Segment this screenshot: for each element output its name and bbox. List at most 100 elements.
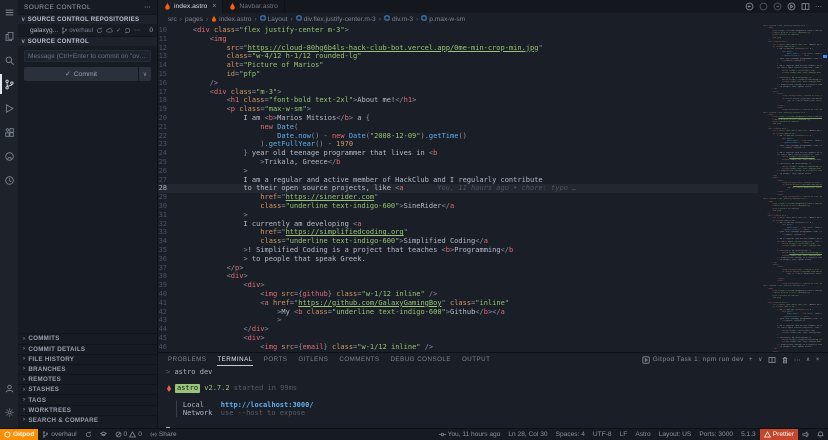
feedback-status[interactable]: [798, 429, 813, 440]
tree-item-branches[interactable]: ›BRANCHES: [18, 364, 157, 374]
layers-status[interactable]: [96, 429, 111, 440]
repo-more-icon[interactable]: ⋯: [134, 27, 140, 34]
close-icon[interactable]: ×: [212, 3, 216, 10]
panel-tab-gitlens[interactable]: GITLENS: [298, 353, 328, 366]
code-line[interactable]: 30 class="underline text-indigo-600">Sin…: [158, 202, 758, 211]
code-line[interactable]: 23 ).getFullYear() - 1970: [158, 140, 758, 149]
commit-dropdown[interactable]: ∨: [138, 67, 151, 81]
code-line[interactable]: 19 <p class="max-w-sm">: [158, 105, 758, 114]
code-line[interactable]: 13 class="w-4/12 h-1/12 rounded-lg": [158, 52, 758, 61]
split-editor-icon[interactable]: [801, 2, 810, 11]
nav-circle-icon[interactable]: [759, 2, 768, 11]
code-line[interactable]: 11 <img: [158, 35, 758, 44]
code-line[interactable]: 17 <div class="m-3">: [158, 88, 758, 97]
notifications-status[interactable]: [813, 429, 828, 440]
breadcrumb-item[interactable]: index.astro: [211, 15, 251, 24]
share-status[interactable]: Share: [146, 429, 181, 440]
code-line[interactable]: 10 <div class="flex justify-center m-3">: [158, 26, 758, 35]
settings-gear-icon[interactable]: [0, 400, 18, 424]
sync-icon[interactable]: [96, 27, 103, 34]
panel-tab-debug-console[interactable]: DEBUG CONSOLE: [390, 353, 450, 366]
code-line[interactable]: 31 >: [158, 211, 758, 220]
code-line[interactable]: 28 to their open source projects, like <…: [158, 184, 758, 193]
panel-tab-problems[interactable]: PROBLEMS: [168, 353, 206, 366]
code-line[interactable]: 33 href="https://simplifiedcoding.org": [158, 228, 758, 237]
code-line[interactable]: 42 >My <b class="underline text-indigo-6…: [158, 308, 758, 317]
ports-status[interactable]: Ports: 3000: [695, 429, 737, 440]
repository-row[interactable]: galaxyg... overhaul ✓ ⋯ 0: [18, 24, 157, 36]
section-repositories[interactable]: ∨ SOURCE CONTROL REPOSITORIES: [18, 14, 157, 24]
panel-tab-terminal[interactable]: TERMINAL: [217, 353, 252, 366]
prettier-status[interactable]: Prettier: [760, 429, 798, 440]
code-line[interactable]: 18 <h1 class="font-bold text-2xl">About …: [158, 96, 758, 105]
code-line[interactable]: 46 <img src={email} class="w-1/12 inline…: [158, 343, 758, 352]
code-line[interactable]: 44 </div>: [158, 325, 758, 334]
search-icon[interactable]: [0, 48, 18, 72]
tree-item-search-compare[interactable]: ›SEARCH & COMPARE: [18, 415, 157, 425]
tree-item-commits[interactable]: ›COMMITS: [18, 333, 157, 343]
run-debug-icon[interactable]: [0, 96, 18, 120]
code-line[interactable]: 32 I currently am developing <a: [158, 220, 758, 229]
tab-Navbar.astro[interactable]: Navbar.astro: [223, 0, 285, 13]
tree-item-file-history[interactable]: ›FILE HISTORY: [18, 354, 157, 364]
commit-button[interactable]: ✓Commit ∨: [24, 67, 151, 81]
code-editor[interactable]: 10 <div class="flex justify-center m-3">…: [158, 25, 828, 352]
refresh-icon[interactable]: [124, 27, 131, 34]
code-line[interactable]: 12 src="https://cloud-80hg6b4ls-hack-clu…: [158, 44, 758, 53]
encoding[interactable]: UTF-8: [589, 429, 616, 440]
commit-check-icon[interactable]: ✓: [116, 27, 121, 34]
source-control-icon[interactable]: [0, 72, 18, 96]
code-line[interactable]: 15 id="pfp": [158, 70, 758, 79]
breadcrumb-item[interactable]: src: [168, 16, 177, 23]
split-terminal-icon[interactable]: [768, 356, 776, 364]
code-line[interactable]: 37 </p>: [158, 264, 758, 273]
panel-tab-comments[interactable]: COMMENTS: [339, 353, 379, 366]
code-line[interactable]: 40 <img src={github} class="w-1/12 inlin…: [158, 290, 758, 299]
close-panel-icon[interactable]: ×: [816, 356, 820, 363]
section-source-control[interactable]: ∨ SOURCE CONTROL: [18, 36, 157, 46]
code-line[interactable]: 16 />: [158, 79, 758, 88]
code-line[interactable]: 25 >Trikala, Greece</b: [158, 158, 758, 167]
explorer-icon[interactable]: [0, 24, 18, 48]
terminal-task-dropdown[interactable]: Gitpod Task 1: npm run dev: [642, 356, 744, 364]
breadcrumb-item[interactable]: div.flex.justify-center.m-3: [296, 15, 376, 23]
breadcrumb-item[interactable]: div.m-3: [384, 15, 413, 23]
github-icon[interactable]: [0, 144, 18, 168]
sidebar-more-icon[interactable]: ⋯: [144, 3, 151, 11]
gitlens-blame-status[interactable]: You, 11 hours ago: [435, 429, 505, 440]
extension-version[interactable]: 5.1.3: [737, 429, 760, 440]
menu-icon[interactable]: [0, 0, 18, 24]
commit-message-input[interactable]: Message (Ctrl+Enter to commit on "overh.…: [24, 50, 151, 62]
tab-index.astro[interactable]: index.astro×: [158, 0, 223, 13]
indentation[interactable]: Spaces: 4: [552, 429, 589, 440]
sync-status[interactable]: [81, 429, 96, 440]
code-line[interactable]: 39 <div>: [158, 281, 758, 290]
cursor-position[interactable]: Ln 28, Col 30: [504, 429, 551, 440]
tree-item-commit-details[interactable]: ›COMMIT DETAILS: [18, 344, 157, 354]
tree-item-tags[interactable]: ›TAGS: [18, 394, 157, 404]
tree-item-stashes[interactable]: ›STASHES: [18, 384, 157, 394]
timeline-icon[interactable]: [0, 168, 18, 192]
code-line[interactable]: 41 <a href="https://github.com/GalaxyGam…: [158, 299, 758, 308]
maximize-panel-icon[interactable]: ∧: [806, 356, 811, 363]
terminal-dropdown-icon[interactable]: ∨: [758, 356, 763, 363]
nav-forward-icon[interactable]: [773, 2, 782, 11]
code-line[interactable]: 20 I am <b>Marios Mitsios</b> a {: [158, 114, 758, 123]
code-line[interactable]: 38 <div>: [158, 272, 758, 281]
code-line[interactable]: 26 >: [158, 167, 758, 176]
tree-item-worktrees[interactable]: ›WORKTREES: [18, 405, 157, 415]
eol-sequence[interactable]: LF: [616, 429, 632, 440]
code-line[interactable]: 14 alt="Picture of Marios": [158, 61, 758, 70]
account-icon[interactable]: [0, 376, 18, 400]
code-line[interactable]: 22 Date.now() - new Date("2008-12-09").g…: [158, 132, 758, 141]
code-line[interactable]: 34 class="underline text-indigo-600">Sim…: [158, 237, 758, 246]
more-actions-icon[interactable]: ⋯: [815, 3, 822, 11]
minimap[interactable]: <div class="flex justify-center m-3"> <i…: [758, 25, 822, 352]
keyboard-layout[interactable]: Layout: US: [655, 429, 696, 440]
run-icon[interactable]: [787, 2, 796, 11]
panel-tab-ports[interactable]: PORTS: [264, 353, 288, 366]
code-line[interactable]: 24 } year old teenage programmer that li…: [158, 149, 758, 158]
code-line[interactable]: 29 href="https://sinerider.com": [158, 193, 758, 202]
nav-back-icon[interactable]: [745, 2, 754, 11]
panel-more-icon[interactable]: ⋯: [794, 356, 801, 364]
